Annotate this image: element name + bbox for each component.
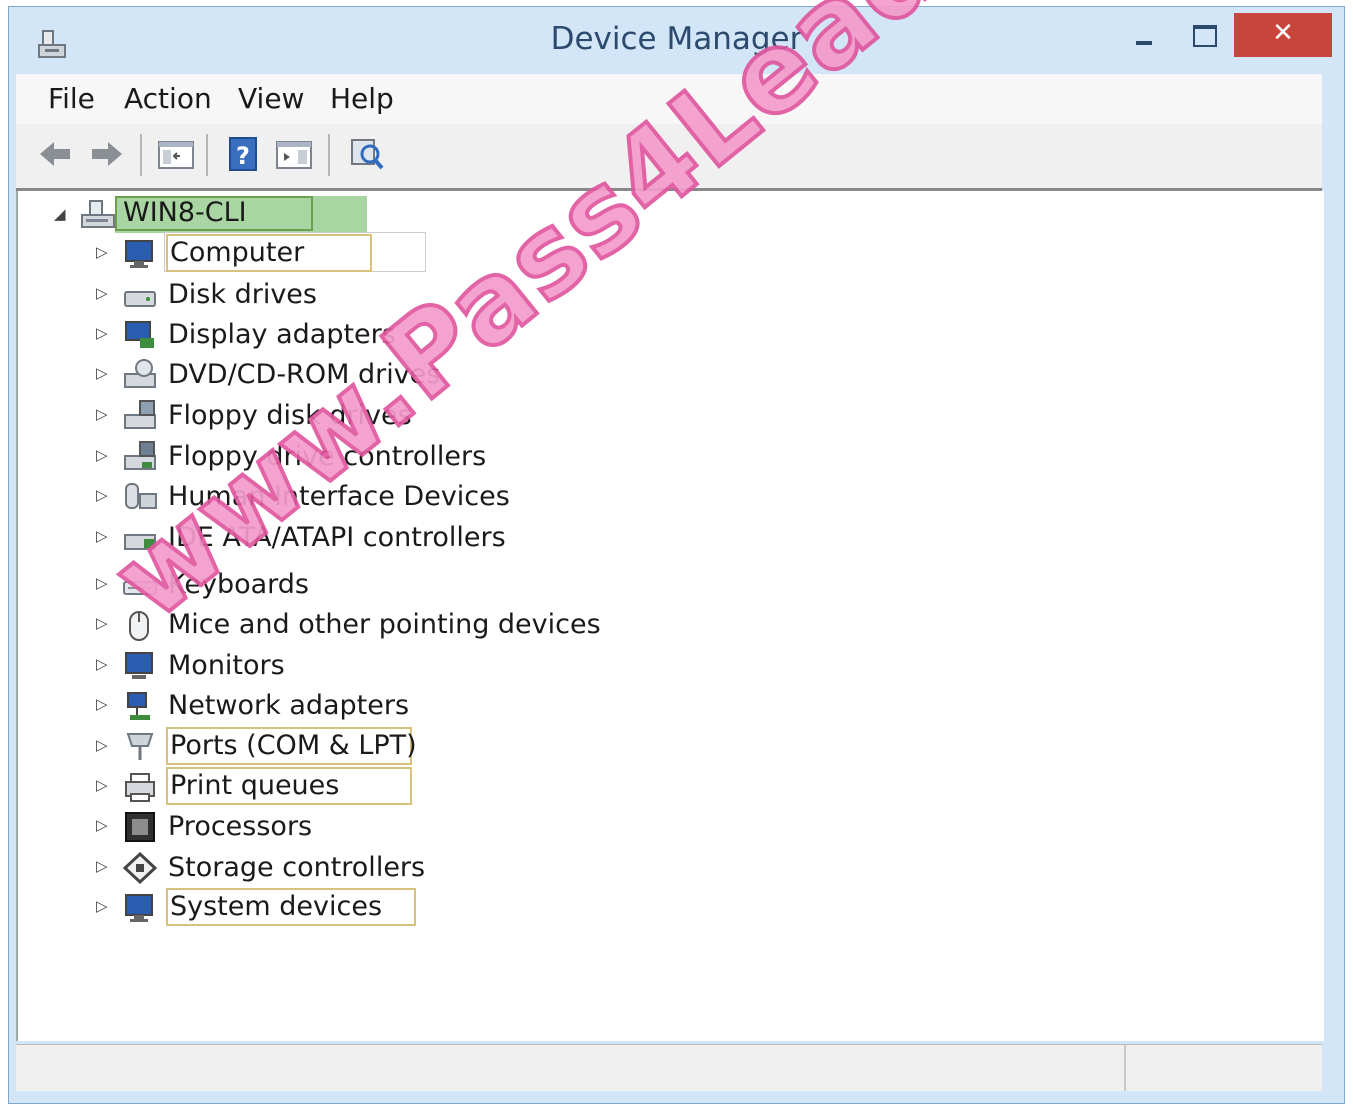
computer-icon xyxy=(125,240,153,268)
properties-icon[interactable] xyxy=(274,134,314,174)
menu-action[interactable]: Action xyxy=(120,82,216,115)
back-arrow-icon[interactable] xyxy=(36,134,76,174)
tree-item-label[interactable]: Storage controllers xyxy=(168,851,425,885)
tree-item-network-adapters[interactable]: ▷ Network adapters xyxy=(18,687,718,727)
computer-root-icon xyxy=(81,200,115,228)
system-device-icon xyxy=(125,894,153,922)
collapse-triangle-icon[interactable]: ◢ xyxy=(54,205,66,223)
expand-triangle-icon[interactable]: ▷ xyxy=(96,857,108,875)
tree-item-ports-com-lpt[interactable]: ▷ Ports (COM & LPT) xyxy=(18,727,718,768)
close-button[interactable]: ✕ xyxy=(1234,13,1332,57)
processor-icon xyxy=(125,812,155,842)
storage-controller-icon xyxy=(122,851,158,885)
expand-triangle-icon[interactable]: ▷ xyxy=(96,574,108,592)
scan-hardware-changes-icon[interactable] xyxy=(346,134,386,174)
expand-triangle-icon[interactable]: ▷ xyxy=(96,614,108,632)
menu-file[interactable]: File xyxy=(44,82,99,115)
toolbar-separator xyxy=(206,134,208,176)
tree-item-label[interactable]: Print queues xyxy=(166,767,412,805)
expand-triangle-icon[interactable]: ▷ xyxy=(96,897,108,915)
tree-item-mice-and-other-pointing-devices[interactable]: ▷ Mice and other pointing devices xyxy=(18,606,718,646)
floppy-drive-icon xyxy=(124,400,156,429)
help-icon[interactable]: ? xyxy=(224,134,264,174)
toolbar-separator xyxy=(140,134,142,176)
tree-item-human-interface-devices[interactable]: ▷ Human Interface Devices xyxy=(18,478,718,518)
tree-item-label[interactable]: Ports (COM & LPT) xyxy=(166,727,417,765)
forward-arrow-icon[interactable] xyxy=(86,134,126,174)
floppy-controller-icon xyxy=(124,441,156,470)
monitor-icon xyxy=(125,652,153,679)
tree-item-label[interactable]: Processors xyxy=(168,810,312,844)
tree-item-system-devices[interactable]: ▷ System devices xyxy=(18,888,718,929)
expand-triangle-icon[interactable]: ▷ xyxy=(96,364,108,382)
menu-view[interactable]: View xyxy=(234,82,308,115)
tree-item-label[interactable]: System devices xyxy=(166,888,416,926)
device-tree[interactable]: ◢ WIN8-CLI ▷ Computer ▷ Disk drives ▷ Display… xyxy=(16,191,1324,1041)
tree-item-processors[interactable]: ▷ Processors xyxy=(18,808,718,848)
minimize-button[interactable] xyxy=(1124,13,1164,57)
show-hide-console-tree-icon[interactable] xyxy=(156,134,196,174)
expand-triangle-icon[interactable]: ▷ xyxy=(96,284,108,302)
network-adapter-icon xyxy=(127,692,150,720)
root-computer-name[interactable]: WIN8-CLI xyxy=(115,196,313,231)
dvd-drive-icon xyxy=(124,359,156,388)
display-adapter-icon xyxy=(125,321,154,348)
expand-triangle-icon[interactable]: ▷ xyxy=(96,736,108,754)
tree-item-label[interactable]: Computer xyxy=(166,234,372,272)
tree-item-label[interactable]: Network adapters xyxy=(168,689,409,723)
tree-root[interactable]: ◢ WIN8-CLI xyxy=(18,193,418,233)
toolbar-separator xyxy=(328,134,330,176)
expand-triangle-icon[interactable]: ▷ xyxy=(96,486,108,504)
printer-icon xyxy=(125,773,155,802)
tree-item-label[interactable]: Monitors xyxy=(168,649,285,683)
menu-help[interactable]: Help xyxy=(326,82,398,115)
status-bar xyxy=(16,1044,1322,1091)
expand-triangle-icon[interactable]: ▷ xyxy=(96,405,108,423)
expand-triangle-icon[interactable]: ▷ xyxy=(96,446,108,464)
maximize-button[interactable] xyxy=(1184,13,1224,57)
tree-item-print-queues[interactable]: ▷ Print queues xyxy=(18,767,718,808)
expand-triangle-icon[interactable]: ▷ xyxy=(96,243,108,261)
tree-item-monitors[interactable]: ▷ Monitors xyxy=(18,647,718,687)
disk-drive-icon xyxy=(124,291,156,307)
expand-triangle-icon[interactable]: ▷ xyxy=(96,776,108,794)
expand-triangle-icon[interactable]: ▷ xyxy=(96,655,108,673)
port-icon xyxy=(126,733,154,760)
svg-text:?: ? xyxy=(236,142,250,170)
tree-item-label[interactable]: Mice and other pointing devices xyxy=(168,608,601,642)
expand-triangle-icon[interactable]: ▷ xyxy=(96,324,108,342)
root-label-highlight: WIN8-CLI xyxy=(115,196,367,233)
tree-item-storage-controllers[interactable]: ▷ Storage controllers xyxy=(18,849,718,889)
expand-triangle-icon[interactable]: ▷ xyxy=(96,816,108,834)
title-bar[interactable]: Device Manager ✕ xyxy=(9,7,1344,77)
tree-item-label[interactable]: Disk drives xyxy=(168,278,317,312)
expand-triangle-icon[interactable]: ▷ xyxy=(96,695,108,713)
status-bar-divider xyxy=(1124,1045,1126,1091)
